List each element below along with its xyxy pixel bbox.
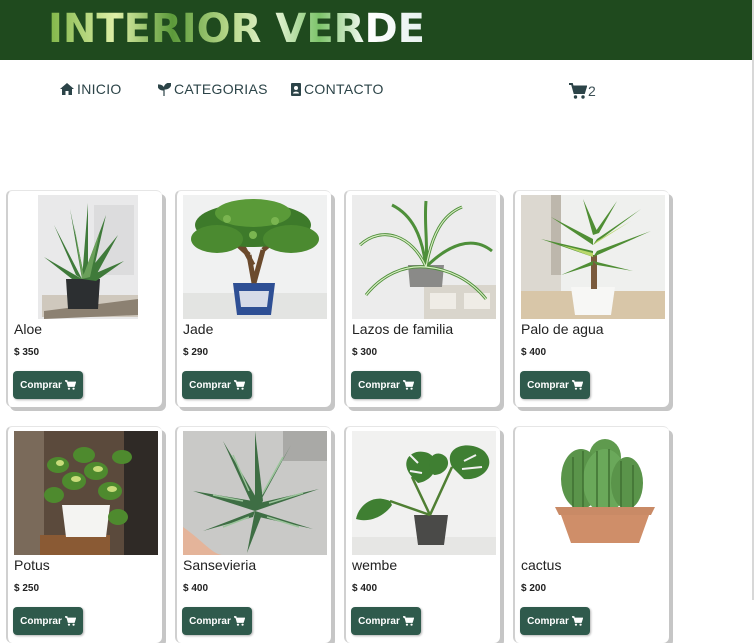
product-name: Sansevieria [183,557,257,573]
product-card-potus: Potus $ 250 Comprar [6,426,162,643]
buy-button-label: Comprar [358,379,400,391]
product-card-cactus: cactus $ 200 Comprar [513,426,669,643]
product-price: $ 300 [352,347,378,358]
shopping-cart-icon [233,380,245,390]
buy-button-label: Comprar [189,615,231,627]
buy-button[interactable]: Comprar [520,607,590,635]
header-banner: INTERIOR VERDE [0,0,752,60]
product-card-sansevieria: Sansevieria $ 400 Comprar [175,426,331,643]
buy-button[interactable]: Comprar [182,371,252,399]
shopping-cart-icon [571,380,583,390]
buy-button-label: Comprar [189,379,231,391]
product-price: $ 200 [521,583,547,594]
nav-item-contacto[interactable]: Contacto [291,78,384,100]
product-price: $ 400 [183,583,209,594]
product-card-aloe: Aloe $ 350 Comprar [6,190,162,407]
cactus-plant-image [521,431,665,555]
dracaena-plant-image [521,195,665,319]
nav-item-categorias[interactable]: Categorias [158,78,268,100]
product-price: $ 290 [183,347,209,358]
spider-plant-image [352,195,496,319]
product-name: Palo de agua [521,321,604,337]
shopping-cart-icon [569,83,587,99]
nav-label-categorias: Categorias [174,81,268,97]
buy-button[interactable]: Comprar [13,371,83,399]
product-name: wembe [352,557,398,573]
product-name: cactus [521,557,562,573]
main-nav: Inicio Categorias Contacto [0,78,752,100]
nav-label-contacto: Contacto [304,81,384,97]
aloe-plant-image [14,195,158,319]
product-name: Jade [183,321,214,337]
buy-button[interactable]: Comprar [182,607,252,635]
product-name: Lazos de familia [352,321,454,337]
buy-button[interactable]: Comprar [520,371,590,399]
buy-button-label: Comprar [527,379,569,391]
sansevieria-plant-image [183,431,327,555]
nav-item-inicio[interactable]: Inicio [60,78,122,100]
nav-label-inicio: Inicio [77,81,122,97]
buy-button-label: Comprar [20,615,62,627]
site-logo[interactable]: INTERIOR VERDE [48,4,425,54]
product-card-palo-de-agua: Palo de agua $ 400 Comprar [513,190,669,407]
product-name: Potus [14,557,50,573]
shopping-cart-icon [233,616,245,626]
product-price: $ 400 [352,583,378,594]
product-card-jade: Jade $ 290 Comprar [175,190,331,407]
buy-button[interactable]: Comprar [13,607,83,635]
shopping-cart-icon [64,380,76,390]
shopping-cart-icon [64,616,76,626]
buy-button-label: Comprar [20,379,62,391]
sprout-icon [158,82,171,96]
cart-count: 2 [588,83,596,99]
home-icon [60,83,74,95]
jade-plant-image [183,195,327,319]
product-price: $ 350 [14,347,40,358]
shopping-cart-icon [402,616,414,626]
product-name: Aloe [14,321,43,337]
contact-book-icon [291,82,301,96]
buy-button[interactable]: Comprar [351,607,421,635]
shopping-cart-icon [402,380,414,390]
product-card-lazos-de-familia: Lazos de familia $ 300 Comprar [344,190,500,407]
monstera-plant-image [352,431,496,555]
pothos-plant-image [14,431,158,555]
product-card-wembe: wembe $ 400 Comprar [344,426,500,643]
cart-button[interactable]: 2 [569,80,596,102]
product-price: $ 400 [521,347,547,358]
buy-button[interactable]: Comprar [351,371,421,399]
buy-button-label: Comprar [358,615,400,627]
shopping-cart-icon [571,616,583,626]
product-price: $ 250 [14,583,40,594]
buy-button-label: Comprar [527,615,569,627]
